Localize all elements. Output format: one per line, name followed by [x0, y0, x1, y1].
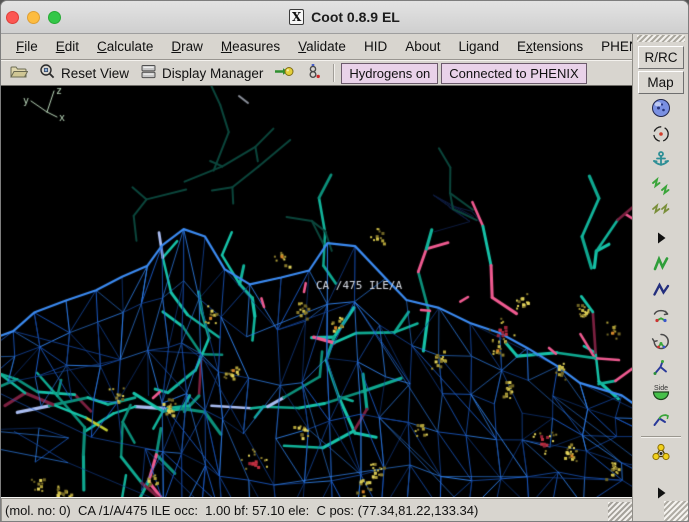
anchor-reference-icon[interactable] [641, 147, 681, 173]
menu-extensions[interactable]: Extensions [508, 36, 592, 57]
zoom-button[interactable] [48, 11, 61, 24]
display-manager-label: Display Manager [162, 65, 264, 81]
statusbar-resize-grip[interactable] [608, 502, 632, 521]
window-resize-grip[interactable] [664, 501, 688, 521]
menu-validate[interactable]: Validate [289, 36, 355, 57]
recentre-view-icon[interactable] [641, 121, 681, 147]
open-coordinates-button[interactable] [6, 62, 32, 85]
titlebar: X Coot 0.8.9 EL [1, 1, 688, 34]
rigid-body-fit-icon[interactable] [641, 277, 681, 303]
menu-edit[interactable]: Edit [47, 36, 88, 57]
edit-chi-angles-icon[interactable] [641, 355, 681, 381]
menubar: File Edit Calculate Draw Measures Validate HID… [1, 34, 651, 60]
minimize-button[interactable] [27, 11, 40, 24]
map-button[interactable]: Map [637, 71, 684, 94]
side-chain-flip-icon[interactable]: Side [641, 381, 681, 407]
reset-view-label: Reset View [61, 65, 130, 81]
auto-fit-rotamer-icon[interactable] [641, 329, 681, 355]
display-manager-stack-icon [140, 63, 157, 83]
open-folder-icon [10, 64, 29, 83]
x11-logo-icon: X [289, 9, 305, 25]
close-button[interactable] [6, 11, 19, 24]
coot-window: X Coot 0.8.9 EL File Edit Calculate Draw Mea… [0, 0, 689, 522]
statusbar: (mol. no: 0) CA /1/A/475 ILE occ: 1.00 b… [1, 497, 632, 521]
menu-ligand[interactable]: Ligand [449, 36, 508, 57]
ligand-builder-icon [305, 63, 322, 83]
tandem-refine-icon[interactable] [641, 199, 681, 225]
sidebar-separator [640, 436, 681, 437]
menu-hid[interactable]: HID [355, 36, 396, 57]
menu-calculate[interactable]: Calculate [88, 36, 162, 57]
sphere-refine-icon[interactable] [641, 440, 681, 466]
viewport-container [1, 86, 632, 497]
menu-file[interactable]: File [7, 36, 47, 57]
menu-measures[interactable]: Measures [212, 36, 289, 57]
display-manager-button[interactable]: Display Manager [136, 61, 267, 85]
molecular-viewport[interactable] [1, 86, 632, 497]
toolbar: Reset View Display Manager Hydrogens on … [1, 60, 632, 86]
reset-rc-button[interactable]: R/RC [637, 46, 684, 69]
flip-peptide-icon[interactable] [641, 407, 681, 433]
side-label: Side [653, 385, 667, 392]
reset-view-magnifier-icon [39, 63, 56, 83]
toolbar-drag-handle[interactable] [636, 35, 685, 42]
rotate-translate-icon[interactable] [641, 303, 681, 329]
hydrogens-toggle[interactable]: Hydrogens on [341, 62, 439, 84]
map-sphere-icon[interactable] [641, 95, 681, 121]
menu-draw[interactable]: Draw [162, 36, 212, 57]
real-space-refine-icon[interactable] [641, 173, 681, 199]
regularize-zone-icon[interactable] [641, 251, 681, 277]
go-to-atom-button[interactable] [270, 62, 298, 84]
status-text: (mol. no: 0) CA /1/A/475 ILE occ: 1.00 b… [5, 503, 479, 518]
menu-about[interactable]: About [396, 36, 449, 57]
ligand-builder-button[interactable] [301, 61, 326, 85]
modelling-toolbar: R/RC Map Side [632, 34, 688, 521]
expand-toolbar-arrow-icon[interactable] [641, 225, 681, 251]
phenix-status-toggle[interactable]: Connected to PHENIX [441, 62, 587, 84]
go-to-atom-icon [274, 64, 294, 82]
title-wrap: X Coot 0.8.9 EL [289, 9, 400, 25]
toolbar-separator [333, 64, 335, 82]
traffic-lights [6, 1, 61, 34]
window-title: Coot 0.8.9 EL [311, 9, 400, 25]
reset-view-button[interactable]: Reset View [35, 61, 133, 85]
